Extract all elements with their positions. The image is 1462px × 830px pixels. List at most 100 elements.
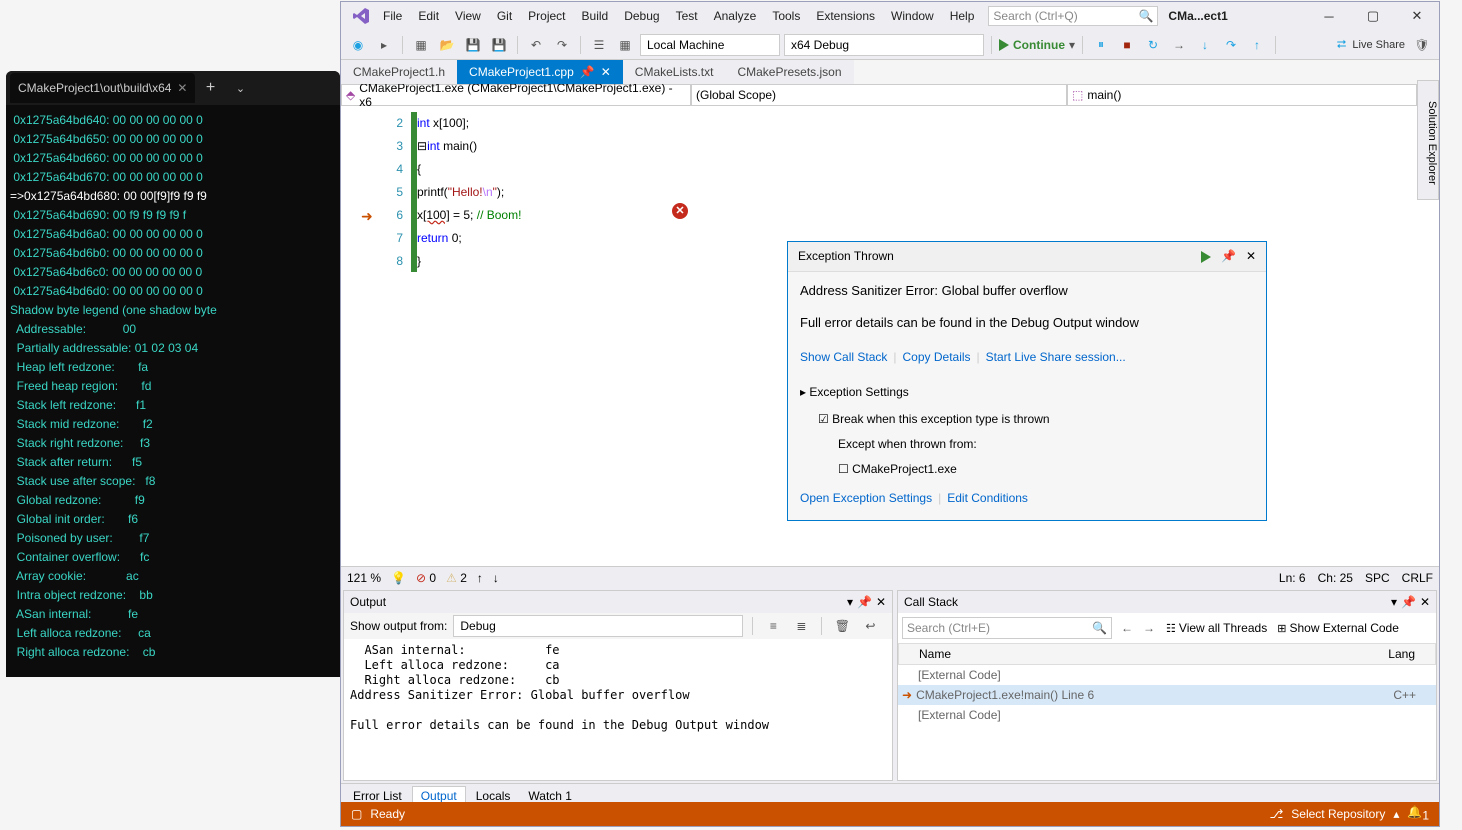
save-all-button[interactable]: 💾 <box>488 34 510 56</box>
break-on-throw-checkbox[interactable]: ☑ Break when this exception type is thro… <box>800 408 1254 431</box>
config-icon[interactable]: ☰ <box>588 34 610 56</box>
copy-details-link[interactable]: Copy Details <box>903 346 971 369</box>
step-into-button[interactable]: ↓ <box>1194 34 1216 56</box>
open-button[interactable]: 📂 <box>436 34 458 56</box>
show-next-button[interactable]: → <box>1168 34 1190 56</box>
liveshare-button[interactable]: Live Share <box>1352 39 1405 51</box>
col-name[interactable]: Name <box>919 647 1388 661</box>
back-button[interactable]: ◉ <box>347 34 369 56</box>
cs-back[interactable]: ← <box>1116 617 1138 639</box>
output-wrap[interactable]: ↩ <box>859 615 881 637</box>
admin-icon[interactable]: 🛡 <box>1411 34 1433 56</box>
panel-close-icon[interactable]: ✕ <box>876 595 886 609</box>
popup-close-icon[interactable]: ✕ <box>1246 245 1256 268</box>
solution-explorer-tab[interactable]: Solution Explorer <box>1417 80 1439 200</box>
panel-close-icon[interactable]: ✕ <box>1420 595 1430 609</box>
output-clear[interactable]: 🗑 <box>831 615 853 637</box>
menu-extensions[interactable]: Extensions <box>808 6 883 26</box>
panel-pin-icon[interactable]: 📌 <box>1401 595 1416 609</box>
callstack-search[interactable]: Search (Ctrl+E)🔍 <box>902 617 1112 639</box>
maximize-button[interactable]: ▢ <box>1351 2 1395 30</box>
nav-member-combo[interactable]: ⬚main() <box>1067 84 1417 106</box>
output-panel-title: Output <box>350 595 386 609</box>
line-ending[interactable]: CRLF <box>1402 571 1433 585</box>
menu-file[interactable]: File <box>375 6 410 26</box>
tab-cpp[interactable]: CMakeProject1.cpp 📌 ✕ <box>457 60 623 84</box>
tab-presets[interactable]: CMakePresets.json <box>725 60 853 84</box>
col-lang[interactable]: Lang <box>1388 647 1415 661</box>
output-text[interactable]: ASan internal: fe Left alloca redzone: c… <box>344 639 892 780</box>
search-input[interactable]: Search (Ctrl+Q) 🔍 <box>988 6 1158 26</box>
tab-cmakelists[interactable]: CMakeLists.txt <box>623 60 726 84</box>
menu-window[interactable]: Window <box>883 6 942 26</box>
menu-analyze[interactable]: Analyze <box>706 6 765 26</box>
terminal-new-tab[interactable]: + <box>195 73 225 103</box>
redo-button[interactable]: ↷ <box>551 34 573 56</box>
arrow-down-icon[interactable]: ↓ <box>493 571 499 585</box>
view-all-threads[interactable]: ☷ View all Threads <box>1166 621 1267 635</box>
indent-mode[interactable]: SPC <box>1365 571 1390 585</box>
menu-test[interactable]: Test <box>668 6 706 26</box>
arrow-up-icon[interactable]: ↑ <box>477 571 483 585</box>
open-exception-settings-link[interactable]: Open Exception Settings <box>800 487 932 510</box>
notification-bell-icon[interactable]: 🔔1 <box>1407 805 1429 822</box>
menu-build[interactable]: Build <box>574 6 617 26</box>
error-count[interactable]: ⊘ 0 <box>416 571 436 585</box>
edit-conditions-link[interactable]: Edit Conditions <box>947 487 1028 510</box>
callstack-row-active[interactable]: ➜ CMakeProject1.exe!main() Line 6 C++ <box>898 685 1436 705</box>
save-button[interactable]: 💾 <box>462 34 484 56</box>
panel-dropdown-icon[interactable]: ▾ <box>847 595 853 609</box>
new-project-button[interactable]: ▦ <box>410 34 432 56</box>
stop-button[interactable]: ■ <box>1116 34 1138 56</box>
config-combo[interactable]: x64 Debug <box>784 34 984 56</box>
output-tb1[interactable]: ≡ <box>762 615 784 637</box>
panel-dropdown-icon[interactable]: ▾ <box>1391 595 1397 609</box>
continue-button[interactable]: Continue ▾ <box>999 34 1075 56</box>
error-glyph-icon[interactable]: ✕ <box>672 203 688 219</box>
terminal-tab[interactable]: CMakeProject1\out\build\x64 ✕ <box>10 73 195 103</box>
launch-target-combo[interactable]: Local Machine <box>640 34 780 56</box>
undo-button[interactable]: ↶ <box>525 34 547 56</box>
cs-forward[interactable]: → <box>1138 617 1160 639</box>
step-out-button[interactable]: ↑ <box>1246 34 1268 56</box>
menu-edit[interactable]: Edit <box>410 6 447 26</box>
menu-debug[interactable]: Debug <box>616 6 667 26</box>
zoom-level[interactable]: 121 % <box>347 571 381 585</box>
minimize-button[interactable]: ─ <box>1307 2 1351 30</box>
liveshare-link[interactable]: Start Live Share session... <box>986 346 1126 369</box>
config-icon2[interactable]: ▦ <box>614 34 636 56</box>
callstack-row[interactable]: [External Code] <box>898 665 1436 685</box>
output-source-combo[interactable]: Debug <box>453 615 743 637</box>
forward-button[interactable]: ▸ <box>373 34 395 56</box>
show-external-code[interactable]: ⊞ Show External Code <box>1277 621 1399 635</box>
warning-count[interactable]: ⚠ 2 <box>446 571 467 585</box>
menu-project[interactable]: Project <box>520 6 573 26</box>
terminal-dropdown[interactable]: ⌄ <box>225 73 255 103</box>
code-area[interactable]: ➜ int x[100]; ⊟int main() { printf("Hell… <box>417 106 1439 566</box>
nav-project-combo[interactable]: ⬘CMakeProject1.exe (CMakeProject1\CMakeP… <box>341 84 691 106</box>
tab-header[interactable]: CMakeProject1.h <box>341 60 457 84</box>
except-exe-checkbox[interactable]: ☐ CMakeProject1.exe <box>800 458 1254 481</box>
menu-git[interactable]: Git <box>489 6 520 26</box>
pause-button[interactable]: ⏸ <box>1090 34 1112 56</box>
popup-continue-icon[interactable] <box>1201 251 1211 263</box>
callstack-row[interactable]: [External Code] <box>898 705 1436 725</box>
close-button[interactable]: ✕ <box>1395 2 1439 30</box>
step-over-button[interactable]: ↷ <box>1220 34 1242 56</box>
menu-view[interactable]: View <box>447 6 489 26</box>
menu-tools[interactable]: Tools <box>764 6 808 26</box>
menu-help[interactable]: Help <box>942 6 983 26</box>
close-tab-icon[interactable]: ✕ <box>601 65 611 79</box>
show-call-stack-link[interactable]: Show Call Stack <box>800 346 887 369</box>
popup-pin-icon[interactable]: 📌 <box>1221 245 1236 268</box>
panel-pin-icon[interactable]: 📌 <box>857 595 872 609</box>
lightbulb-icon[interactable]: 💡 <box>391 571 406 585</box>
restart-button[interactable]: ↻ <box>1142 34 1164 56</box>
close-icon[interactable]: ✕ <box>177 81 187 95</box>
select-repository[interactable]: Select Repository <box>1291 807 1385 821</box>
output-tb2[interactable]: ≣ <box>790 615 812 637</box>
exception-settings-header[interactable]: ▸ Exception Settings <box>800 381 1254 404</box>
pin-icon[interactable]: 📌 <box>580 65 595 79</box>
nav-scope-combo[interactable]: (Global Scope) <box>691 84 1067 106</box>
code-editor[interactable]: 2 3 4 5 6 7 8 ➜ int x[100]; ⊟int main() … <box>341 106 1439 566</box>
